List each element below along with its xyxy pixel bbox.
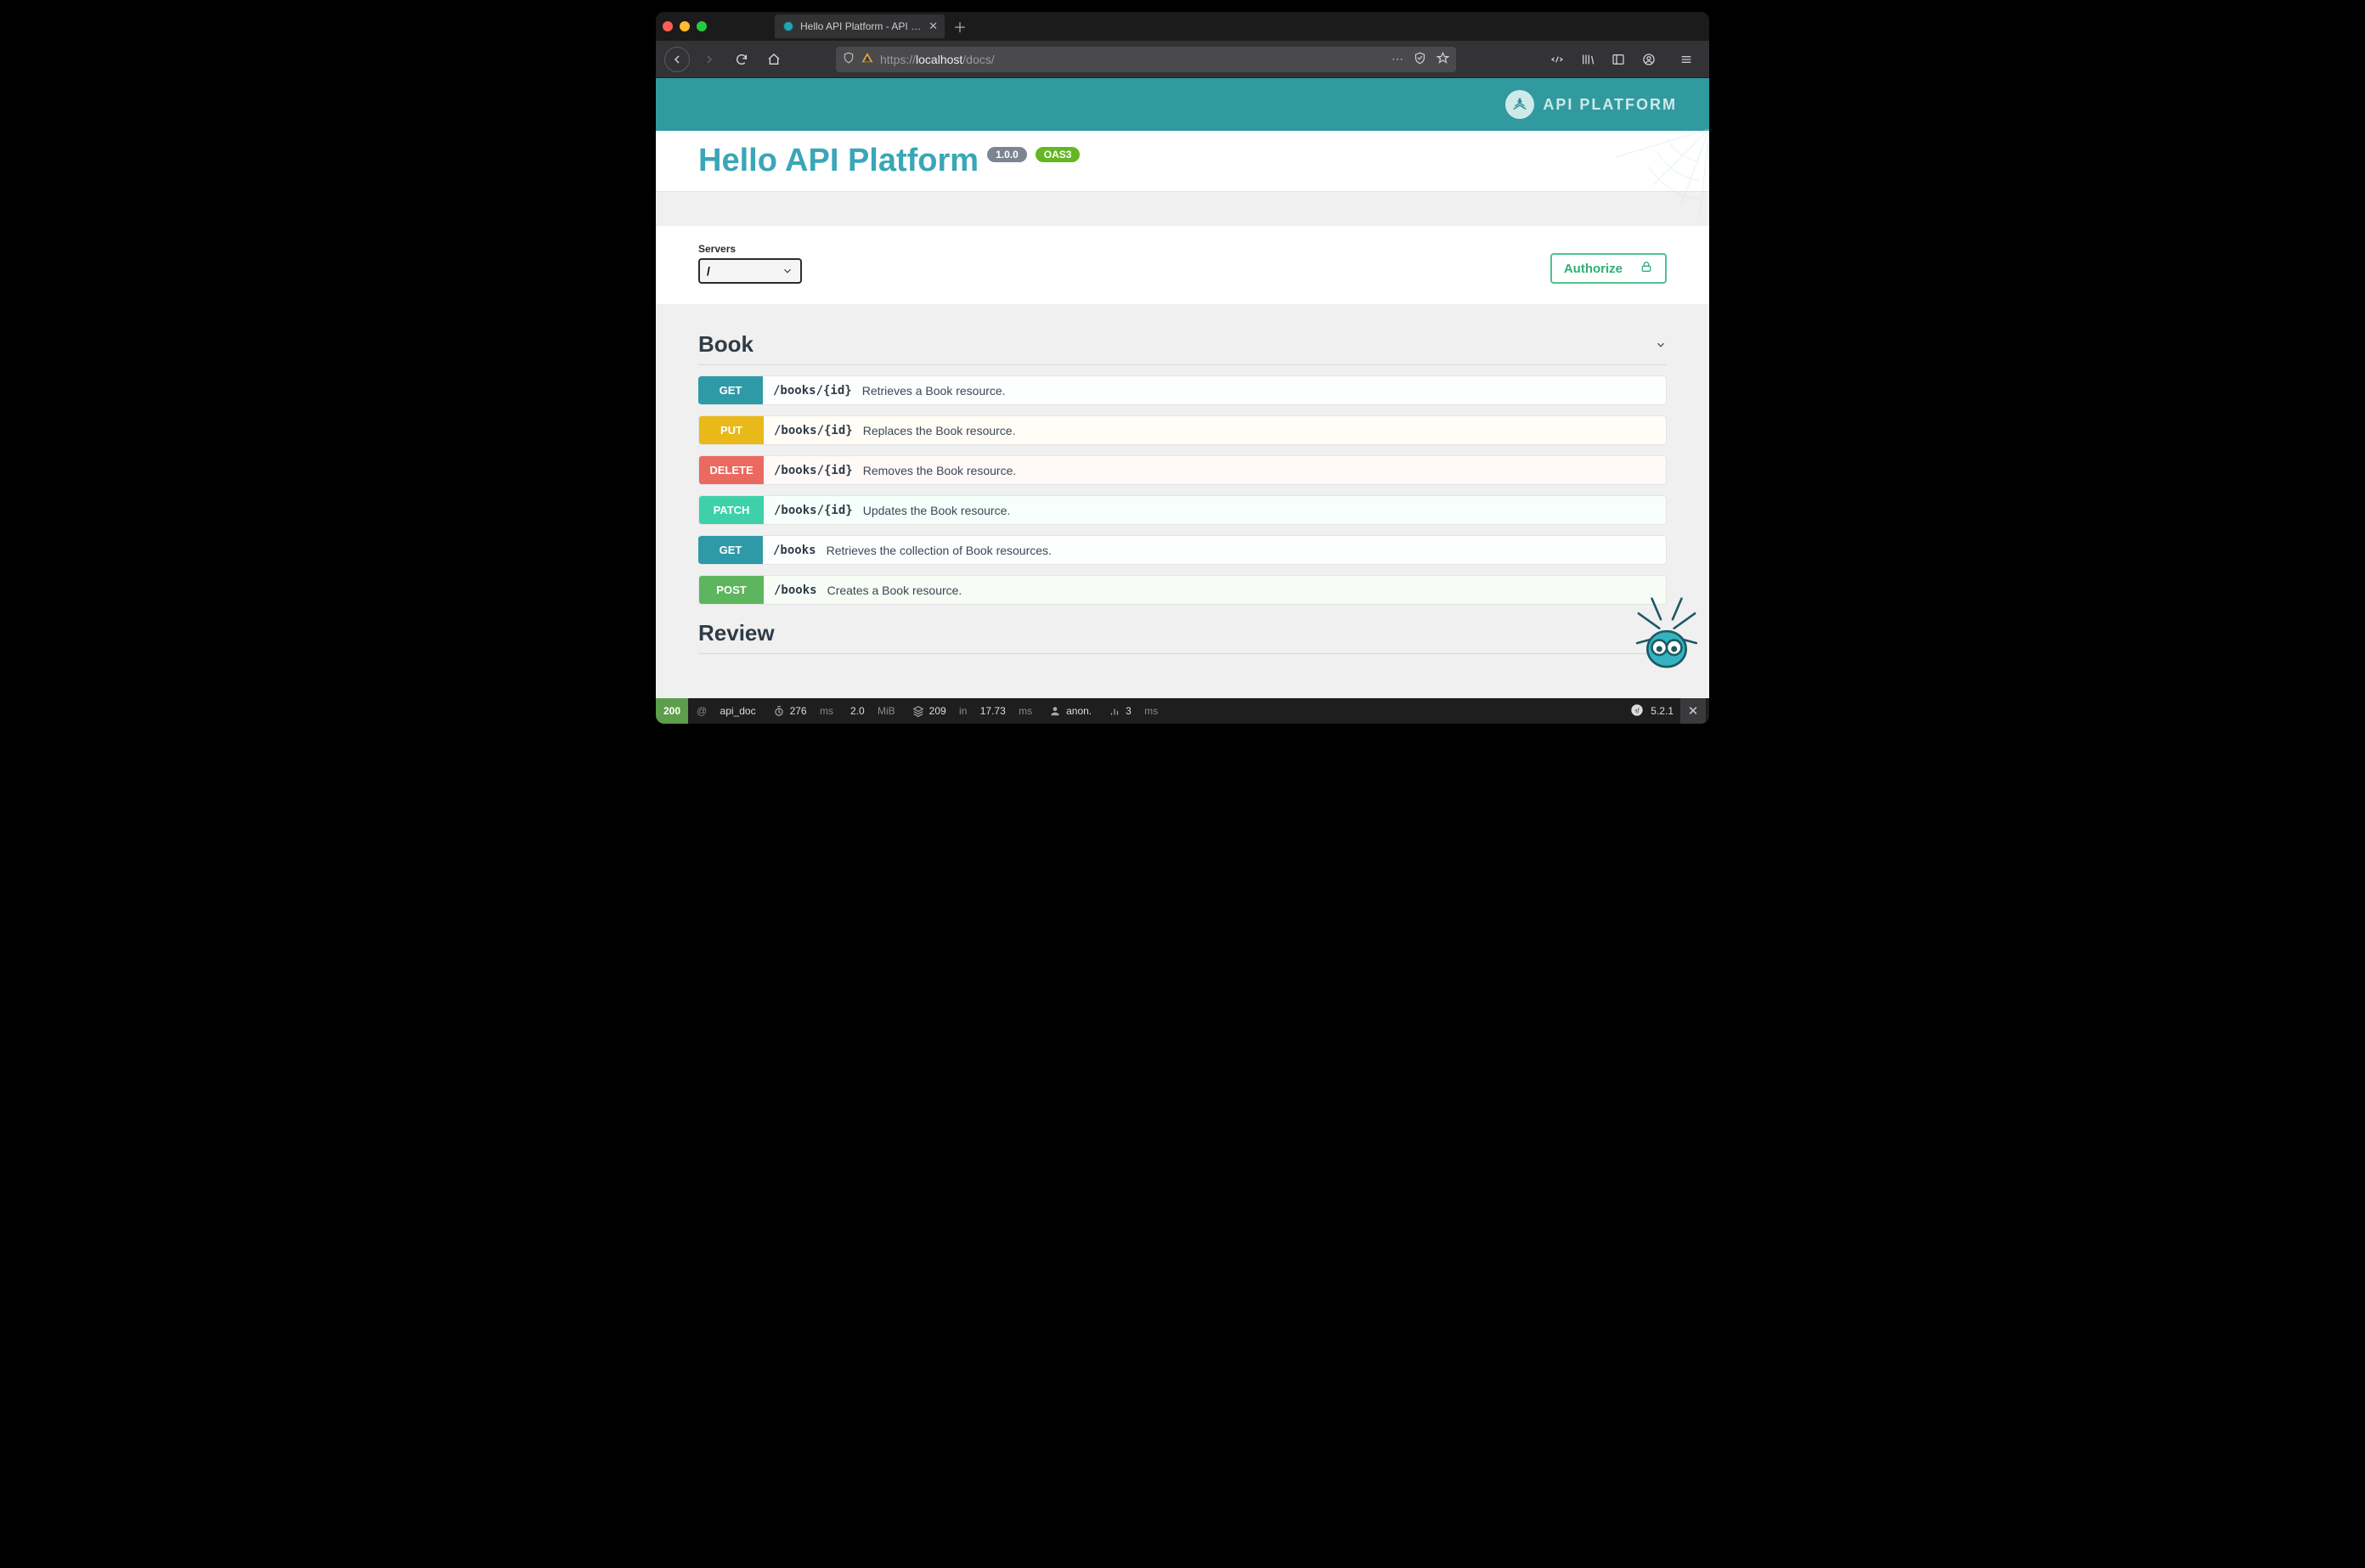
bookmark-star-icon[interactable] bbox=[1436, 52, 1449, 67]
spiderweb-decor-icon bbox=[1616, 129, 1709, 223]
servers-selected-value: / bbox=[707, 264, 710, 278]
brand-text: API PLATFORM bbox=[1543, 96, 1677, 114]
lock-icon bbox=[1640, 260, 1653, 277]
tab-favicon-icon bbox=[783, 21, 793, 31]
brand: API PLATFORM bbox=[1505, 90, 1677, 119]
operation-row[interactable]: PATCH/books/{id}Updates the Book resourc… bbox=[698, 495, 1667, 525]
chevron-down-icon bbox=[782, 265, 793, 277]
operation-path: /books/{id} bbox=[764, 464, 863, 477]
insecure-warning-icon[interactable] bbox=[861, 52, 873, 66]
operation-row[interactable]: PUT/books/{id}Replaces the Book resource… bbox=[698, 415, 1667, 445]
spider-mascot-icon bbox=[1629, 591, 1704, 673]
group-title: Review bbox=[698, 620, 775, 646]
url-bar[interactable]: https://localhost/docs/ ⋯ bbox=[836, 47, 1456, 72]
debug-close-button[interactable]: ✕ bbox=[1680, 698, 1706, 724]
symfony-logo-icon[interactable]: sf bbox=[1630, 703, 1644, 719]
app-menu-icon[interactable] bbox=[1677, 47, 1696, 72]
http-method-badge: PUT bbox=[699, 416, 764, 444]
browser-toolbar: https://localhost/docs/ ⋯ bbox=[656, 41, 1709, 78]
operation-path: /books/{id} bbox=[764, 504, 863, 517]
layers-icon bbox=[912, 705, 924, 717]
browser-tab[interactable]: Hello API Platform - API Platfor ✕ bbox=[775, 14, 945, 38]
extra-segment[interactable]: 3 ms bbox=[1100, 698, 1166, 724]
authorize-button[interactable]: Authorize bbox=[1550, 253, 1667, 284]
http-status-badge[interactable]: 200 bbox=[656, 698, 688, 724]
api-version-badge: 1.0.0 bbox=[987, 147, 1027, 162]
route-segment[interactable]: @ api_doc bbox=[688, 698, 765, 724]
operation-description: Retrieves the collection of Book resourc… bbox=[827, 544, 1052, 557]
operation-description: Creates a Book resource. bbox=[827, 584, 962, 597]
signal-icon bbox=[1109, 705, 1120, 717]
stopwatch-icon bbox=[773, 705, 785, 717]
http-method-badge: DELETE bbox=[699, 456, 764, 484]
group-header[interactable]: Review bbox=[698, 615, 1667, 654]
page-actions-icon[interactable]: ⋯ bbox=[1391, 52, 1403, 66]
servers-select[interactable]: / bbox=[698, 258, 802, 284]
db-segment[interactable]: 209 in 17.73 ms bbox=[904, 698, 1041, 724]
group-header[interactable]: Book bbox=[698, 326, 1667, 365]
new-tab-button[interactable]: ＋ bbox=[948, 14, 972, 38]
operation-path: /books/{id} bbox=[764, 424, 863, 437]
chevron-down-icon bbox=[1655, 339, 1667, 351]
time-segment[interactable]: 276 ms bbox=[765, 698, 842, 724]
operation-description: Updates the Book resource. bbox=[863, 504, 1011, 517]
window-close-icon[interactable] bbox=[663, 21, 673, 31]
api-spec-badge: OAS3 bbox=[1036, 147, 1081, 162]
operation-path: /books/{id} bbox=[763, 384, 862, 398]
servers-label: Servers bbox=[698, 243, 802, 255]
nav-back-button[interactable] bbox=[664, 47, 690, 72]
sidebar-icon[interactable] bbox=[1609, 47, 1628, 72]
nav-forward-button[interactable] bbox=[697, 47, 722, 72]
memory-segment[interactable]: 2.0 MiB bbox=[842, 698, 904, 724]
operation-path: /books bbox=[764, 584, 827, 597]
window-minimize-icon[interactable] bbox=[680, 21, 690, 31]
window-zoom-icon[interactable] bbox=[697, 21, 707, 31]
tab-title: Hello API Platform - API Platfor bbox=[800, 20, 922, 32]
reader-shield-icon[interactable] bbox=[1414, 52, 1426, 67]
operation-description: Removes the Book resource. bbox=[863, 464, 1017, 477]
page-content: API PLATFORM Hello API Platform 1.0.0 OA… bbox=[656, 78, 1709, 698]
http-method-badge: GET bbox=[698, 376, 763, 404]
symfony-version: 5.2.1 bbox=[1651, 705, 1674, 717]
http-method-badge: PATCH bbox=[699, 496, 764, 524]
api-title-bar: Hello API Platform 1.0.0 OAS3 bbox=[656, 131, 1709, 192]
operation-row[interactable]: POST/booksCreates a Book resource. bbox=[698, 575, 1667, 605]
brand-bar: API PLATFORM bbox=[656, 78, 1709, 131]
authorize-label: Authorize bbox=[1564, 262, 1623, 276]
operation-description: Replaces the Book resource. bbox=[863, 424, 1016, 437]
api-title: Hello API Platform bbox=[698, 143, 979, 179]
symfony-debug-bar[interactable]: 200 @ api_doc 276 ms 2.0 MiB 209 in 17.7… bbox=[656, 698, 1709, 724]
url-text: https://localhost/docs/ bbox=[880, 53, 1385, 66]
operation-row[interactable]: GET/booksRetrieves the collection of Boo… bbox=[698, 535, 1667, 565]
window-traffic-lights bbox=[663, 21, 707, 31]
devtools-icon[interactable] bbox=[1548, 47, 1566, 72]
http-method-badge: GET bbox=[698, 536, 763, 564]
library-icon[interactable] bbox=[1578, 47, 1597, 72]
brand-logo-icon bbox=[1505, 90, 1534, 119]
operation-description: Retrieves a Book resource. bbox=[862, 384, 1006, 398]
operation-row[interactable]: DELETE/books/{id}Removes the Book resour… bbox=[698, 455, 1667, 485]
account-icon[interactable] bbox=[1640, 47, 1658, 72]
browser-tab-strip: Hello API Platform - API Platfor ✕ ＋ bbox=[656, 12, 1709, 41]
group-title: Book bbox=[698, 331, 754, 358]
http-method-badge: POST bbox=[699, 576, 764, 604]
user-segment[interactable]: anon. bbox=[1041, 698, 1100, 724]
nav-reload-button[interactable] bbox=[729, 47, 754, 72]
tracking-shield-icon[interactable] bbox=[843, 52, 855, 66]
tab-close-icon[interactable]: ✕ bbox=[929, 20, 938, 33]
user-icon bbox=[1049, 705, 1061, 717]
operation-path: /books bbox=[763, 544, 827, 557]
nav-home-button[interactable] bbox=[761, 47, 787, 72]
operation-row[interactable]: GET/books/{id}Retrieves a Book resource. bbox=[698, 375, 1667, 405]
